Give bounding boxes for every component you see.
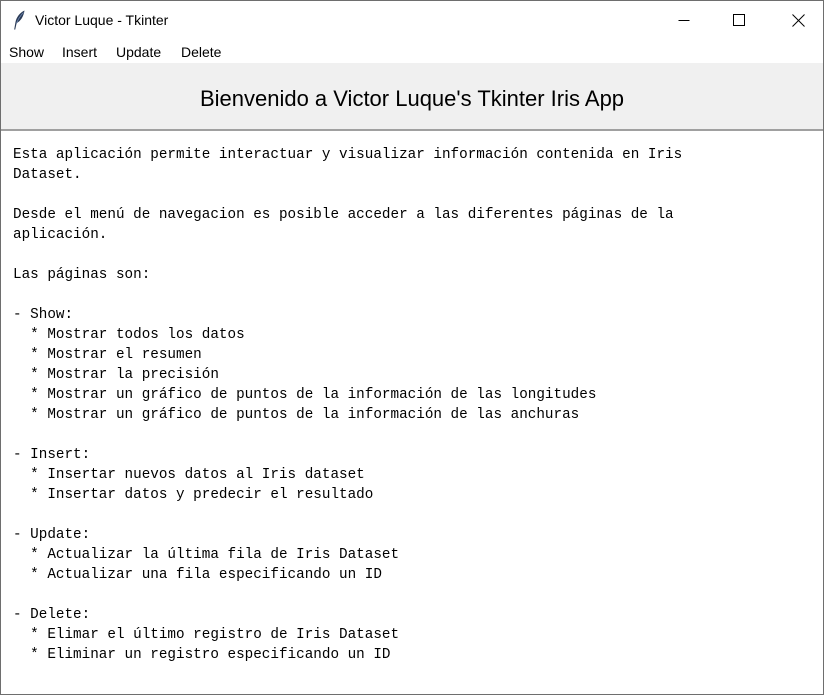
text-line: * Mostrar todos los datos	[13, 327, 245, 343]
text-line: * Insertar datos y predecir el resultado	[13, 487, 374, 503]
text-line: * Actualizar una fila especificando un I…	[13, 567, 382, 583]
text-line	[13, 585, 813, 605]
welcome-banner: Bienvenido a Victor Luque's Tkinter Iris…	[1, 63, 823, 131]
text-line: * Mostrar un gráfico de puntos de la inf…	[13, 407, 580, 423]
text-line: * Elimar el último registro de Iris Data…	[13, 627, 400, 643]
menu-bar: Show Insert Update Delete	[1, 39, 823, 63]
text-line: aplicación.	[13, 227, 108, 243]
maximize-icon	[733, 14, 745, 26]
text-line: - Show:	[13, 307, 74, 323]
welcome-text: Esta aplicación permite interactuar y vi…	[13, 145, 813, 665]
menu-delete[interactable]: Delete	[181, 44, 221, 60]
text-line	[13, 185, 813, 205]
minimize-button[interactable]	[661, 1, 707, 39]
text-line: - Delete:	[13, 607, 91, 623]
minimize-icon	[678, 20, 690, 21]
text-line: Las páginas son:	[13, 267, 151, 283]
text-line: * Mostrar el resumen	[13, 347, 202, 363]
maximize-button[interactable]	[716, 1, 762, 39]
close-button[interactable]	[775, 1, 821, 39]
menu-insert[interactable]: Insert	[62, 44, 97, 60]
app-window: Victor Luque - Tkinter Show Insert Updat…	[0, 0, 824, 695]
feather-icon	[12, 10, 26, 30]
text-line: * Eliminar un registro especificando un …	[13, 647, 391, 663]
text-line: Dataset.	[13, 167, 82, 183]
text-line: * Mostrar la precisión	[13, 367, 219, 383]
text-line: * Insertar nuevos datos al Iris dataset	[13, 467, 365, 483]
title-bar[interactable]: Victor Luque - Tkinter	[1, 1, 823, 39]
window-title: Victor Luque - Tkinter	[35, 12, 169, 28]
text-line: * Mostrar un gráfico de puntos de la inf…	[13, 387, 597, 403]
menu-update[interactable]: Update	[116, 44, 161, 60]
text-line: - Update:	[13, 527, 91, 543]
close-icon	[791, 13, 805, 27]
text-line	[13, 245, 813, 265]
text-line	[13, 505, 813, 525]
welcome-title: Bienvenido a Victor Luque's Tkinter Iris…	[199, 86, 625, 111]
text-line	[13, 425, 813, 445]
text-line: * Actualizar la última fila de Iris Data…	[13, 547, 400, 563]
text-line: - Insert:	[13, 447, 91, 463]
menu-show[interactable]: Show	[9, 44, 44, 60]
text-line: Esta aplicación permite interactuar y vi…	[13, 147, 683, 163]
text-line: Desde el menú de navegacion es posible a…	[13, 207, 674, 223]
text-line	[13, 285, 813, 305]
